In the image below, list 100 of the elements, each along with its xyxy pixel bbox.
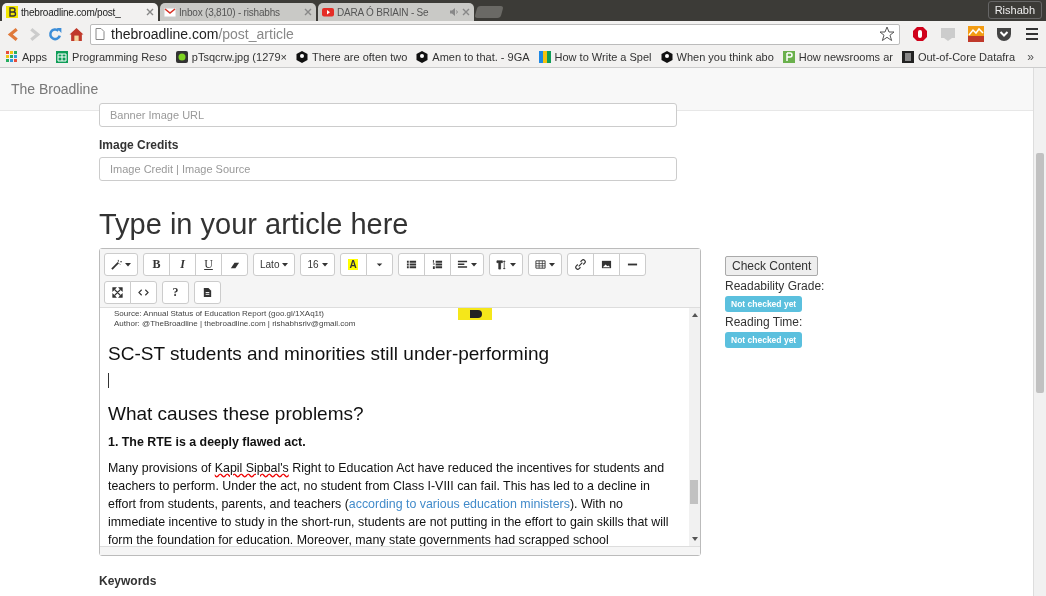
- url-text: thebroadline.com/post_article: [111, 26, 294, 42]
- site-brand[interactable]: The Broadline: [11, 81, 99, 97]
- image-caption: Author: @TheBroadline | thebroadline.com | rishabhsriv@gmail.com: [114, 319, 356, 329]
- toolbar-button[interactable]: [194, 281, 221, 304]
- image-credits-field[interactable]: Image Credit | Image Source: [99, 157, 677, 181]
- caret-icon: [548, 262, 555, 267]
- article-heading: What causes these problems?: [108, 403, 365, 425]
- more-bookmarks-button[interactable]: »: [1027, 50, 1040, 64]
- envelope-icon: [164, 6, 176, 18]
- toolbar-button[interactable]: [488, 253, 523, 276]
- toolbar-button[interactable]: 16: [300, 253, 335, 276]
- square-icon: [901, 51, 914, 63]
- status-badge: Not checked yet: [725, 296, 803, 312]
- toolbar-button[interactable]: U: [195, 253, 222, 276]
- toolbar-button[interactable]: [104, 253, 138, 276]
- page-icon: [95, 28, 105, 40]
- logo-icon: [458, 308, 492, 320]
- resize-handle[interactable]: [100, 546, 700, 555]
- tab-title: Inbox (3,810) - rishabhs: [179, 6, 281, 18]
- image-icon: [600, 259, 612, 270]
- article-link[interactable]: according to various education ministers: [348, 497, 570, 511]
- caret-icon: [125, 262, 131, 267]
- banner-url-field[interactable]: Banner Image URL: [99, 103, 677, 127]
- spreadsheet-icon: [56, 51, 69, 63]
- document-icon: [202, 287, 213, 298]
- editor-scrollbar[interactable]: [689, 308, 700, 546]
- scroll-up-icon[interactable]: [690, 312, 699, 318]
- toolbar-button[interactable]: [592, 253, 620, 276]
- stop-sign-icon[interactable]: [912, 26, 928, 42]
- table-icon: [534, 259, 546, 270]
- bookmark[interactable]: How newsrooms ar: [782, 51, 893, 63]
- scroll-down-icon[interactable]: [690, 536, 699, 542]
- toolbar-button[interactable]: [449, 253, 484, 276]
- browser-tab[interactable]: Inbox (3,810) - rishabhs: [160, 3, 316, 21]
- status-badge: Not checked yet: [725, 332, 803, 348]
- toolbar-button[interactable]: [527, 253, 562, 276]
- bookmark[interactable]: Amen to that. - 9GA: [416, 51, 530, 63]
- link-icon: [574, 259, 586, 270]
- check-content-button[interactable]: Check Content: [725, 256, 819, 276]
- play-icon: [322, 6, 334, 18]
- reload-icon[interactable]: [48, 26, 63, 42]
- hexagon-icon: [416, 51, 429, 63]
- toolbar-button[interactable]: [397, 253, 425, 276]
- hexagon-icon: [660, 51, 673, 63]
- toolbar-button[interactable]: ?: [162, 281, 189, 304]
- article-subheading: 1. The RTE is a deeply flawed act.: [108, 434, 307, 451]
- tab-title: DARA Ó BRIAIN - Se: [337, 6, 430, 18]
- fullscreen-icon: [112, 287, 123, 298]
- caret-icon: [321, 262, 328, 267]
- caret-icon: [509, 262, 516, 267]
- hexagon-icon: [295, 51, 308, 63]
- text-height-icon: [495, 259, 507, 270]
- toolbar-button[interactable]: B: [143, 253, 170, 276]
- toolbar-button[interactable]: [221, 253, 248, 276]
- chart-icon[interactable]: [968, 26, 984, 42]
- bookmark[interactable]: How to Write a Spel: [538, 51, 652, 63]
- bookmark[interactable]: There are often two: [295, 51, 408, 63]
- stat-label: Readability Grade:: [725, 279, 825, 293]
- caret-icon: [470, 262, 477, 267]
- field-label: Image Credits: [99, 138, 180, 152]
- close-icon[interactable]: [146, 8, 154, 16]
- scroll-thumb[interactable]: [1036, 153, 1044, 393]
- toolbar-button[interactable]: [130, 281, 157, 304]
- bookmark[interactable]: When you think abo: [660, 51, 774, 63]
- article-heading: SC-ST students and minorities still under-performing: [108, 343, 551, 365]
- bookmark[interactable]: Apps: [6, 51, 48, 63]
- address-bar[interactable]: thebroadline.com/post_article: [90, 23, 900, 45]
- site-favicon-icon: [6, 6, 18, 18]
- caret-icon: [282, 262, 289, 267]
- tab-title: thebroadline.com/post_: [21, 6, 122, 18]
- wand-icon: [111, 259, 122, 270]
- text-cursor: [108, 373, 109, 388]
- browser-tab[interactable]: thebroadline.com/post_: [2, 3, 158, 21]
- scroll-thumb[interactable]: [690, 480, 698, 504]
- align-icon: [456, 259, 468, 270]
- browser-tab[interactable]: DARA Ó BRIAIN - Se: [318, 3, 474, 21]
- home-icon[interactable]: [69, 26, 84, 42]
- toolbar-button[interactable]: [566, 253, 594, 276]
- toolbar-button[interactable]: I: [169, 253, 196, 276]
- toolbar-button[interactable]: [423, 253, 451, 276]
- dot-icon: [175, 51, 188, 63]
- toolbar-button[interactable]: A: [339, 253, 367, 276]
- toolbar-button[interactable]: Lato: [253, 253, 296, 276]
- pocket-icon[interactable]: [996, 26, 1012, 42]
- bookmark[interactable]: Programming Reso: [56, 51, 167, 63]
- apps-grid-icon: [6, 51, 18, 63]
- page-heading: Type in your article here: [99, 207, 410, 242]
- profile-button[interactable]: Rishabh: [987, 1, 1042, 19]
- menu-icon[interactable]: [1024, 26, 1040, 42]
- article-paragraph: Many provisions of Kapil Sipbal's Right to Education Act have reduced the incentives for students and teachers to perform. Under the act, no student from Class I-VIII can fail. This has led to a decline in effort from students, parents, and teachers (according to various education ministers). With no immediate incentive to study in the short-run, students are not putting in the effort to gain skills that will form the foundation for education. Moreover, many state governments had scrapped school: [108, 460, 670, 546]
- field-label: Keywords: [99, 574, 158, 588]
- bookmark[interactable]: Out-of-Core Datafra: [901, 51, 1016, 63]
- numbered-list-icon: [431, 259, 443, 270]
- back-icon[interactable]: [6, 26, 21, 42]
- square-icon: [782, 51, 795, 63]
- star-icon[interactable]: [879, 26, 895, 42]
- stripes-icon: [538, 51, 551, 63]
- page-scrollbar[interactable]: [1033, 68, 1046, 596]
- toolbar-button[interactable]: [104, 281, 131, 304]
- bookmark[interactable]: pTsqcrw.jpg (1279×: [175, 51, 287, 63]
